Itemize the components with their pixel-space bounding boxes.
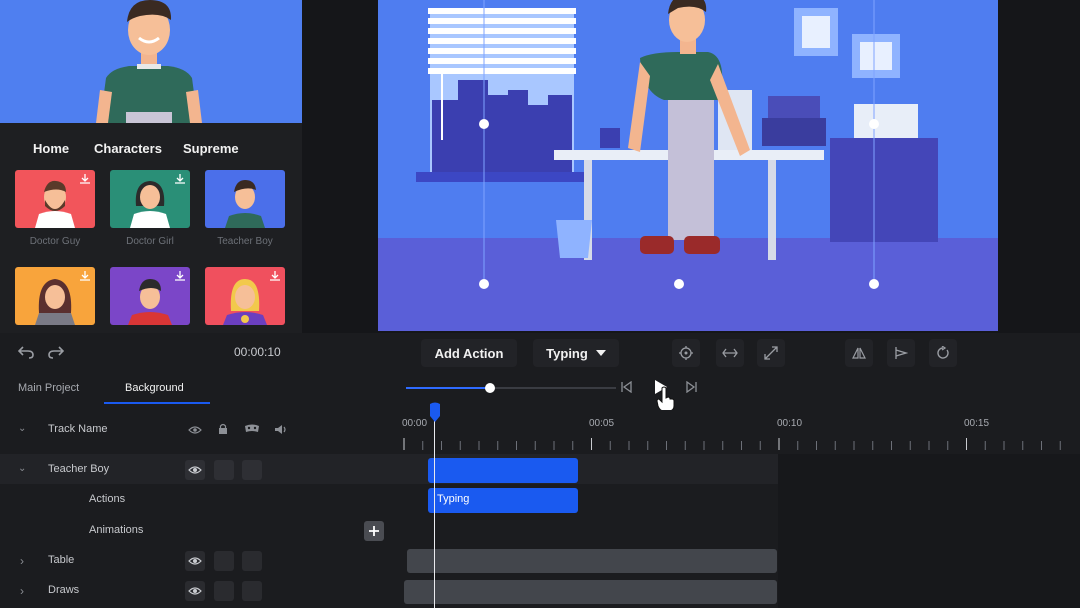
time-ruler[interactable]: 00:00 00:05 00:10 00:15 xyxy=(398,416,1080,456)
rotate-icon xyxy=(937,346,949,359)
track-list xyxy=(0,410,398,608)
character-card-5[interactable] xyxy=(110,267,190,325)
hand-cursor-icon xyxy=(656,386,675,412)
active-tab-indicator xyxy=(104,402,210,404)
preview-scrubber-knob[interactable] xyxy=(485,383,495,393)
nav-tab-supreme[interactable]: Supreme xyxy=(183,141,239,156)
skip-forward-icon[interactable] xyxy=(686,381,698,393)
ruler-label: 00:15 xyxy=(964,418,990,429)
clip-typing-action[interactable]: Typing xyxy=(428,488,578,513)
track-label-teacher-boy: Teacher Boy xyxy=(48,463,110,475)
mask-toggle[interactable] xyxy=(242,581,262,601)
action-type-dropdown[interactable]: Typing xyxy=(533,339,619,367)
expand-button[interactable] xyxy=(757,339,785,367)
download-icon[interactable] xyxy=(269,270,281,282)
character-card-6[interactable] xyxy=(205,267,285,325)
character-preview-illustration xyxy=(0,0,302,123)
flip-button[interactable] xyxy=(845,339,873,367)
playhead-handle[interactable] xyxy=(427,402,443,424)
tab-background[interactable]: Background xyxy=(125,382,184,394)
caret-down-icon xyxy=(595,350,606,356)
download-icon[interactable] xyxy=(79,173,91,185)
chevron-right-icon[interactable]: › xyxy=(20,584,24,598)
character-card-4[interactable] xyxy=(15,267,95,325)
ruler-label: 00:00 xyxy=(402,418,428,429)
visibility-toggle[interactable] xyxy=(185,460,205,480)
clip-teacher-boy[interactable] xyxy=(428,458,578,483)
nav-tab-characters[interactable]: Characters xyxy=(94,141,162,156)
nav-tab-home[interactable]: Home xyxy=(33,141,69,156)
chevron-down-icon[interactable]: ⌄ xyxy=(18,423,26,434)
eye-icon xyxy=(188,587,202,595)
character-card-doctor-girl[interactable] xyxy=(110,170,190,228)
track-label-draws: Draws xyxy=(48,584,80,596)
teacher-boy-avatar xyxy=(225,180,265,228)
track-label-animations: Animations xyxy=(89,524,144,536)
add-action-button[interactable]: Add Action xyxy=(421,339,517,367)
ruler-label: 00:05 xyxy=(589,418,615,429)
character-label-doctor-girl: Doctor Girl xyxy=(126,236,174,247)
lock-toggle[interactable] xyxy=(214,460,234,480)
track-label-actions: Actions xyxy=(89,493,126,505)
eye-icon xyxy=(188,557,202,565)
crosshair-icon xyxy=(679,346,693,360)
volume-icon[interactable] xyxy=(274,424,288,435)
editor-toolbar: 00:00:10 Add Action Typing xyxy=(0,333,1080,373)
preview-scrubber-track[interactable] xyxy=(406,383,616,393)
clip-draws[interactable] xyxy=(404,580,777,604)
track-name-header: Track Name xyxy=(48,423,108,435)
horizontal-arrows-icon xyxy=(722,348,738,358)
fit-width-button[interactable] xyxy=(716,339,744,367)
eye-icon[interactable] xyxy=(188,425,202,435)
clip-table[interactable] xyxy=(407,549,777,573)
expand-icon xyxy=(764,346,778,360)
tab-main-project[interactable]: Main Project xyxy=(18,382,79,394)
lock-toggle[interactable] xyxy=(214,581,234,601)
character-card-doctor-guy[interactable] xyxy=(15,170,95,228)
align-icon xyxy=(895,347,908,359)
mask-toggle[interactable] xyxy=(242,460,262,480)
skip-back-icon[interactable] xyxy=(620,381,632,393)
target-button[interactable] xyxy=(672,339,700,367)
mask-icon[interactable] xyxy=(244,424,260,434)
ruler-label: 00:10 xyxy=(777,418,803,429)
plus-icon xyxy=(369,526,379,536)
lock-toggle[interactable] xyxy=(214,551,234,571)
character-label-teacher-boy: Teacher Boy xyxy=(217,236,273,247)
undo-icon[interactable] xyxy=(18,345,34,359)
playhead-line xyxy=(434,418,435,608)
lock-icon[interactable] xyxy=(217,423,229,435)
redo-icon[interactable] xyxy=(48,345,64,359)
clip-label: Typing xyxy=(437,493,470,505)
add-action-label: Add Action xyxy=(434,345,504,361)
character-library: Home Characters Supreme Doctor Guy Docto… xyxy=(0,123,302,333)
character-card-teacher-boy[interactable] xyxy=(205,170,285,228)
download-icon[interactable] xyxy=(79,270,91,282)
current-time: 00:00:10 xyxy=(234,345,281,359)
chevron-right-icon[interactable]: › xyxy=(20,554,24,568)
scene-canvas[interactable] xyxy=(378,0,998,331)
chevron-down-icon[interactable]: ⌄ xyxy=(18,463,26,474)
character-label-doctor-guy: Doctor Guy xyxy=(29,236,81,247)
download-icon[interactable] xyxy=(174,173,186,185)
add-animation-button[interactable] xyxy=(364,521,384,541)
visibility-toggle[interactable] xyxy=(185,551,205,571)
mask-toggle[interactable] xyxy=(242,551,262,571)
download-icon[interactable] xyxy=(174,270,186,282)
flip-icon xyxy=(852,347,866,359)
eye-icon xyxy=(188,466,202,474)
preview-scrubber-fill xyxy=(406,387,490,389)
timeline-empty-region xyxy=(778,454,1080,608)
track-label-table: Table xyxy=(48,554,75,566)
align-button[interactable] xyxy=(887,339,915,367)
office-scene xyxy=(378,0,998,331)
ruler-ticks xyxy=(403,438,1061,450)
character-preview xyxy=(0,0,302,123)
action-type-value: Typing xyxy=(546,345,588,361)
rotate-button[interactable] xyxy=(929,339,957,367)
visibility-toggle[interactable] xyxy=(185,581,205,601)
